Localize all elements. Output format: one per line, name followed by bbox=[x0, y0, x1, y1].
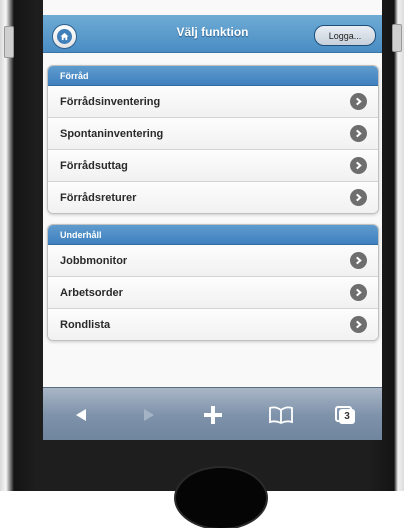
list-item[interactable]: Förrådsinventering bbox=[48, 86, 378, 118]
add-button[interactable] bbox=[195, 388, 231, 440]
list-item-label: Förrådsuttag bbox=[60, 159, 128, 172]
chevron-right-icon bbox=[350, 284, 367, 301]
phone-frame: Välj funktion Logga... Förråd Förrådsinv… bbox=[0, 0, 404, 528]
header-bar: Välj funktion Logga... bbox=[43, 15, 382, 53]
list-group-forrad: Förråd Förrådsinventering Spontaninvente… bbox=[47, 65, 379, 214]
list-item[interactable]: Förrådsuttag bbox=[48, 150, 378, 182]
list-item[interactable]: Arbetsorder bbox=[48, 277, 378, 309]
side-button bbox=[392, 24, 402, 52]
list-item-label: Arbetsorder bbox=[60, 286, 123, 299]
list-item-label: Jobbmonitor bbox=[60, 254, 128, 267]
list-divider: Förråd bbox=[48, 66, 378, 86]
add-icon bbox=[204, 405, 222, 424]
forward-icon bbox=[144, 408, 154, 421]
chevron-right-icon bbox=[350, 252, 367, 269]
list-item[interactable]: Förrådsreturer bbox=[48, 182, 378, 213]
browser-toolbar: 3 bbox=[43, 387, 382, 440]
side-button bbox=[4, 26, 14, 58]
back-icon bbox=[76, 408, 86, 421]
bookmarks-icon bbox=[269, 406, 293, 424]
chevron-right-icon bbox=[350, 157, 367, 174]
list-item-label: Rondlista bbox=[60, 318, 111, 331]
tabs-icon: 3 bbox=[335, 405, 355, 424]
list-item-label: Förrådsinventering bbox=[60, 95, 161, 108]
chevron-right-icon bbox=[350, 189, 367, 206]
chevron-right-icon bbox=[350, 125, 367, 142]
tabs-button[interactable]: 3 bbox=[327, 388, 363, 440]
chevron-right-icon bbox=[350, 316, 367, 333]
tabs-count: 3 bbox=[339, 408, 355, 424]
phone-screen: Välj funktion Logga... Förråd Förrådsinv… bbox=[43, 0, 382, 440]
list-item[interactable]: Spontaninventering bbox=[48, 118, 378, 150]
back-button[interactable] bbox=[63, 388, 99, 440]
list-item[interactable]: Jobbmonitor bbox=[48, 245, 378, 277]
chevron-right-icon bbox=[350, 93, 367, 110]
list-group-underhall: Underhåll Jobbmonitor Arbetsorder Rondli… bbox=[47, 224, 379, 341]
list-divider: Underhåll bbox=[48, 225, 378, 245]
bookmarks-button[interactable] bbox=[263, 388, 299, 440]
list-item-label: Spontaninventering bbox=[60, 127, 164, 140]
hardware-home-button[interactable] bbox=[176, 468, 266, 528]
logout-button[interactable]: Logga... bbox=[314, 25, 376, 46]
forward-button[interactable] bbox=[131, 388, 167, 440]
list-item-label: Förrådsreturer bbox=[60, 191, 137, 204]
list-item[interactable]: Rondlista bbox=[48, 309, 378, 340]
